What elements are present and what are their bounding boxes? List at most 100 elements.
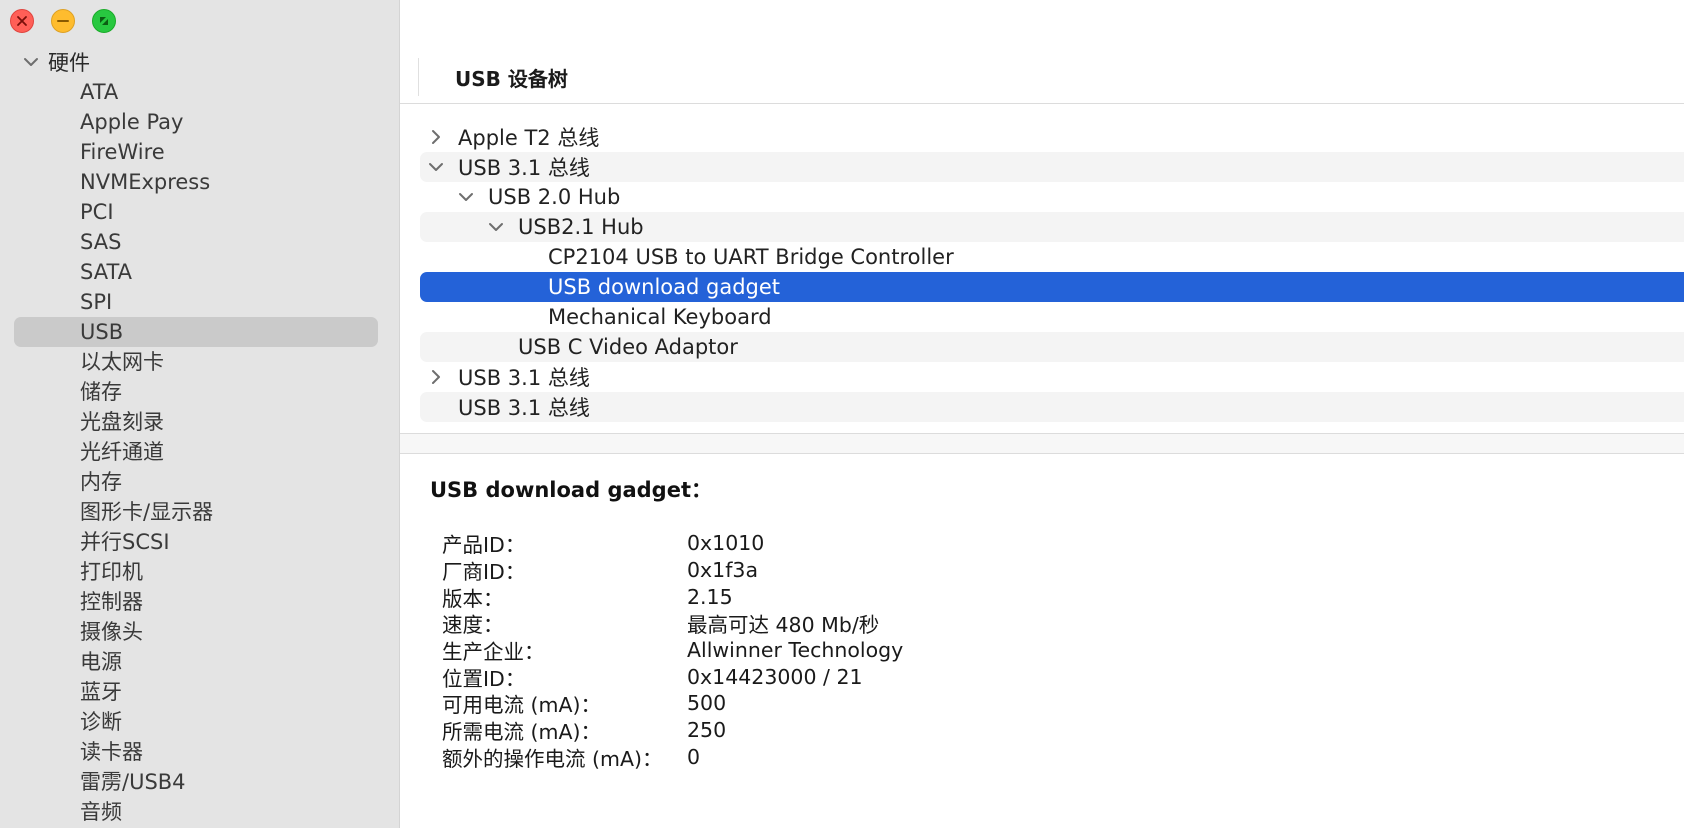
main-content: USB 设备树 Apple T2 总线 USB 3.1 总线 USB 2.0 Hub… xyxy=(400,0,1684,828)
detail-key: 所需电流 (mA)： xyxy=(442,720,602,745)
sidebar-item[interactable]: 以太网卡 xyxy=(0,347,399,377)
sidebar-item[interactable]: 蓝牙 xyxy=(0,677,399,707)
tree-row-label: USB2.1 Hub xyxy=(518,215,644,239)
detail-row: 额外的操作电流 (mA)： 0 xyxy=(442,744,903,771)
sidebar-item[interactable]: FireWire xyxy=(0,137,399,167)
sidebar: 硬件 ATA Apple Pay FireWire NVMExpress PCI SAS S… xyxy=(0,0,400,828)
sidebar-section-label: 硬件 xyxy=(48,51,90,75)
tree-row[interactable]: USB2.1 Hub xyxy=(420,212,1684,242)
tree-row-label: Apple T2 总线 xyxy=(458,126,600,150)
sidebar-item-label: 光盘刻录 xyxy=(80,410,164,434)
sidebar-section-hardware[interactable]: 硬件 xyxy=(0,47,399,77)
detail-row: 可用电流 (mA)： 500 xyxy=(442,690,903,717)
sidebar-item-label: Apple Pay xyxy=(80,110,184,134)
tree-header-label: USB 设备树 xyxy=(455,66,568,91)
window-controls xyxy=(10,9,116,33)
sidebar-item-label: 控制器 xyxy=(80,590,143,614)
sidebar-item-label: SAS xyxy=(80,230,122,254)
sidebar-item[interactable]: ATA xyxy=(0,77,399,107)
sidebar-item-label: USB xyxy=(80,320,124,344)
disclosure-placeholder xyxy=(516,307,536,327)
detail-key: 产品ID： xyxy=(442,533,526,558)
sidebar-item[interactable]: 音频 xyxy=(0,797,399,827)
sidebar-item-label: SATA xyxy=(80,260,133,284)
sidebar-item[interactable]: 诊断 xyxy=(0,707,399,737)
detail-value: 0x1f3a xyxy=(687,558,759,583)
detail-value: 0x14423000 / 21 xyxy=(687,664,863,689)
detail-value: 500 xyxy=(687,691,727,716)
detail-key: 位置ID： xyxy=(442,666,526,691)
tree-row[interactable]: Apple T2 总线 xyxy=(420,122,1684,152)
detail-properties: 产品ID： 0x1010 厂商ID： 0x1f3a 版本： 2.15 速度： 最高可达 480… xyxy=(442,530,903,771)
sidebar-item[interactable]: 电源 xyxy=(0,647,399,677)
system-information-window: 硬件 ATA Apple Pay FireWire NVMExpress PCI SAS S… xyxy=(0,0,1684,828)
fullscreen-window-button[interactable] xyxy=(92,9,116,33)
minimize-window-button[interactable] xyxy=(51,9,75,33)
sidebar-item[interactable]: SATA xyxy=(0,257,399,287)
chevron-down-icon[interactable] xyxy=(426,157,446,177)
disclosure-placeholder xyxy=(516,247,536,267)
sidebar-item-label: 以太网卡 xyxy=(80,350,164,374)
detail-value: 2.15 xyxy=(687,584,733,609)
tree-row[interactable]: CP2104 USB to UART Bridge Controller xyxy=(420,242,1684,272)
sidebar-item[interactable]: 光盘刻录 xyxy=(0,407,399,437)
minimize-icon xyxy=(57,20,69,22)
sidebar-item[interactable]: USB xyxy=(0,317,399,347)
sidebar-item-label: SPI xyxy=(80,290,113,314)
sidebar-item-label: 储存 xyxy=(80,380,122,404)
sidebar-item-label: 读卡器 xyxy=(80,740,143,764)
sidebar-item[interactable]: 图形卡/显示器 xyxy=(0,497,399,527)
tree-row[interactable]: USB 3.1 总线 xyxy=(420,392,1684,422)
sidebar-item[interactable]: PCI xyxy=(0,197,399,227)
tree-row[interactable]: USB download gadget xyxy=(420,272,1684,302)
sidebar-item-label: 光纤通道 xyxy=(80,440,164,464)
sidebar-item[interactable]: SAS xyxy=(0,227,399,257)
chevron-right-icon[interactable] xyxy=(426,367,446,387)
split-view-divider[interactable] xyxy=(400,433,1684,454)
chevron-down-icon[interactable] xyxy=(456,187,476,207)
chevron-right-icon[interactable] xyxy=(426,127,446,147)
sidebar-item[interactable]: 打印机 xyxy=(0,557,399,587)
detail-key: 生产企业： xyxy=(442,640,545,665)
detail-row: 产品ID： 0x1010 xyxy=(442,530,903,557)
chevron-down-icon[interactable] xyxy=(21,52,41,72)
tree-row-label: USB 3.1 总线 xyxy=(458,396,590,420)
sidebar-item-label: 摄像头 xyxy=(80,620,143,644)
sidebar-item-label: 打印机 xyxy=(80,560,143,584)
tree-row[interactable]: USB 3.1 总线 xyxy=(420,152,1684,182)
header-divider xyxy=(400,103,1684,104)
tree-row[interactable]: USB 3.1 总线 xyxy=(420,362,1684,392)
detail-row: 位置ID： 0x14423000 / 21 xyxy=(442,663,903,691)
sidebar-item[interactable]: Apple Pay xyxy=(0,107,399,137)
sidebar-item[interactable]: SPI xyxy=(0,287,399,317)
close-icon xyxy=(17,16,27,26)
sidebar-item[interactable]: 读卡器 xyxy=(0,737,399,767)
sidebar-item-label: 雷雳/USB4 xyxy=(80,770,186,794)
sidebar-item[interactable]: 摄像头 xyxy=(0,617,399,647)
tree-row-label: USB 2.0 Hub xyxy=(488,185,621,209)
sidebar-item[interactable]: 控制器 xyxy=(0,587,399,617)
sidebar-item[interactable]: 光纤通道 xyxy=(0,437,399,467)
close-window-button[interactable] xyxy=(10,9,34,33)
sidebar-item[interactable]: 雷雳/USB4 xyxy=(0,767,399,797)
sidebar-item[interactable]: 储存 xyxy=(0,377,399,407)
sidebar-item-label: 并行SCSI xyxy=(80,530,170,554)
disclosure-placeholder xyxy=(516,277,536,297)
tree-column-header[interactable]: USB 设备树 xyxy=(418,58,568,96)
detail-key: 版本： xyxy=(442,586,504,611)
tree-row-label: USB C Video Adaptor xyxy=(518,335,738,359)
tree-row[interactable]: USB 2.0 Hub xyxy=(420,182,1684,212)
sidebar-item-label: ATA xyxy=(80,80,119,104)
tree-row-label: USB 3.1 总线 xyxy=(458,156,590,180)
usb-device-tree: Apple T2 总线 USB 3.1 总线 USB 2.0 Hub USB2.1 H… xyxy=(420,122,1684,422)
tree-row[interactable]: USB C Video Adaptor xyxy=(420,332,1684,362)
sidebar-item[interactable]: 并行SCSI xyxy=(0,527,399,557)
sidebar-item-label: 电源 xyxy=(80,650,122,674)
sidebar-item[interactable]: 内存 xyxy=(0,467,399,497)
sidebar-item-label: 内存 xyxy=(80,470,122,494)
tree-row[interactable]: Mechanical Keyboard xyxy=(420,302,1684,332)
sidebar-item-label: NVMExpress xyxy=(80,170,211,194)
chevron-down-icon[interactable] xyxy=(486,217,506,237)
sidebar-item[interactable]: NVMExpress xyxy=(0,167,399,197)
sidebar-item-label: 图形卡/显示器 xyxy=(80,500,214,524)
